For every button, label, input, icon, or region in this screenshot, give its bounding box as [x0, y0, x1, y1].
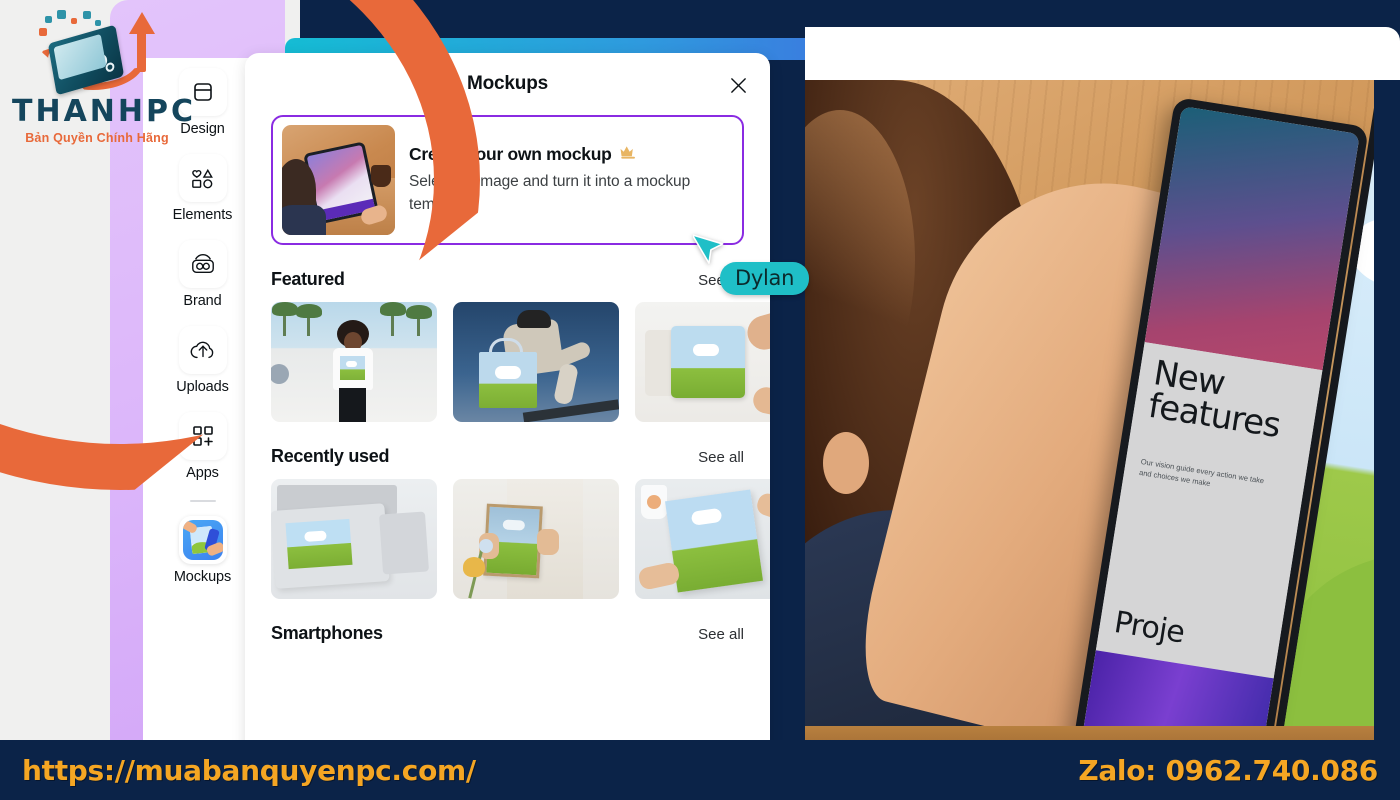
- section-title: Featured: [271, 269, 345, 289]
- laptop-sticker-mockup-card[interactable]: [271, 479, 437, 599]
- collaborator-cursor: Dylan: [693, 228, 810, 295]
- section-header-featured: Featured See all: [271, 269, 744, 290]
- sidebar-item-label: Uploads: [176, 379, 229, 395]
- person-ear: [823, 432, 869, 494]
- page-title: Mockups: [467, 73, 548, 94]
- recently-used-row: [271, 479, 770, 599]
- sidebar-divider: [189, 500, 216, 502]
- screenshot-root: Design Elements Brand Uploads Apps Mocku…: [0, 0, 1400, 800]
- canvas-photo: New features Our vision guide every acti…: [805, 80, 1400, 760]
- sidebar-item-label: Apps: [186, 465, 219, 481]
- mockups-app-icon: [178, 516, 227, 564]
- thanhpc-logo: THANHPC Bản Quyền Chính Hãng: [12, 10, 197, 145]
- see-all-link[interactable]: See all: [698, 626, 744, 643]
- sidebar-item-apps[interactable]: Apps: [153, 412, 253, 481]
- elements-icon: [178, 154, 227, 202]
- uploads-icon: [178, 326, 227, 374]
- canvas-right-padding: [1374, 80, 1400, 760]
- mockups-panel-header: Mockups: [245, 53, 770, 115]
- watermark-footer-bar: https://muabanquyenpc.com/ Zalo: 0962.74…: [0, 740, 1400, 800]
- mockups-panel-body: Create your own mockup Select an image a…: [245, 115, 770, 644]
- promo-thumbnail: [282, 125, 395, 235]
- section-header-recently-used: Recently used See all: [271, 446, 744, 467]
- sidebar-item-label: Elements: [172, 207, 233, 223]
- sidebar-item-label: Brand: [183, 293, 222, 309]
- watermark-url: https://muabanquyenpc.com/: [22, 753, 476, 787]
- app-window: Design Elements Brand Uploads Apps Mocku…: [110, 0, 1400, 760]
- pillow-mockup-card[interactable]: [635, 302, 770, 422]
- see-all-link[interactable]: See all: [698, 449, 744, 466]
- apps-icon: [178, 412, 227, 460]
- section-header-smartphones: Smartphones See all: [271, 623, 744, 644]
- section-title: Smartphones: [271, 623, 383, 643]
- create-own-mockup-card[interactable]: Create your own mockup Select an image a…: [271, 115, 744, 245]
- promo-title-text: Create your own mockup: [409, 144, 612, 165]
- mockups-panel: Mockups Create your own mockup Select an…: [245, 53, 770, 760]
- featured-row: [271, 302, 770, 422]
- crown-icon: [619, 144, 639, 165]
- brand-icon: [178, 240, 227, 288]
- collaborator-name-tag: Dylan: [720, 262, 810, 295]
- close-icon[interactable]: [724, 71, 752, 99]
- sidebar-item-brand[interactable]: Brand: [153, 240, 253, 309]
- tshirt-mockup-card[interactable]: [271, 302, 437, 422]
- sidebar-item-label: Mockups: [173, 569, 232, 585]
- sidebar-item-uploads[interactable]: Uploads: [153, 326, 253, 395]
- logo-name: THANHPC: [12, 94, 197, 129]
- watermark-zalo: Zalo: 0962.740.086: [1078, 753, 1378, 787]
- design-canvas[interactable]: New features Our vision guide every acti…: [805, 27, 1400, 760]
- section-title: Recently used: [271, 446, 390, 466]
- promo-description: Select an image and turn it into a mocku…: [409, 173, 691, 213]
- sidebar-item-elements[interactable]: Elements: [153, 154, 253, 223]
- sidebar-item-mockups[interactable]: Mockups: [153, 516, 253, 585]
- logo-tagline: Bản Quyền Chính Hãng: [25, 131, 169, 145]
- logo-mark-icon: [35, 10, 159, 96]
- paper-print-mockup-card[interactable]: [635, 479, 770, 599]
- framed-poster-mockup-card[interactable]: [453, 479, 619, 599]
- tote-bag-mockup-card[interactable]: [453, 302, 619, 422]
